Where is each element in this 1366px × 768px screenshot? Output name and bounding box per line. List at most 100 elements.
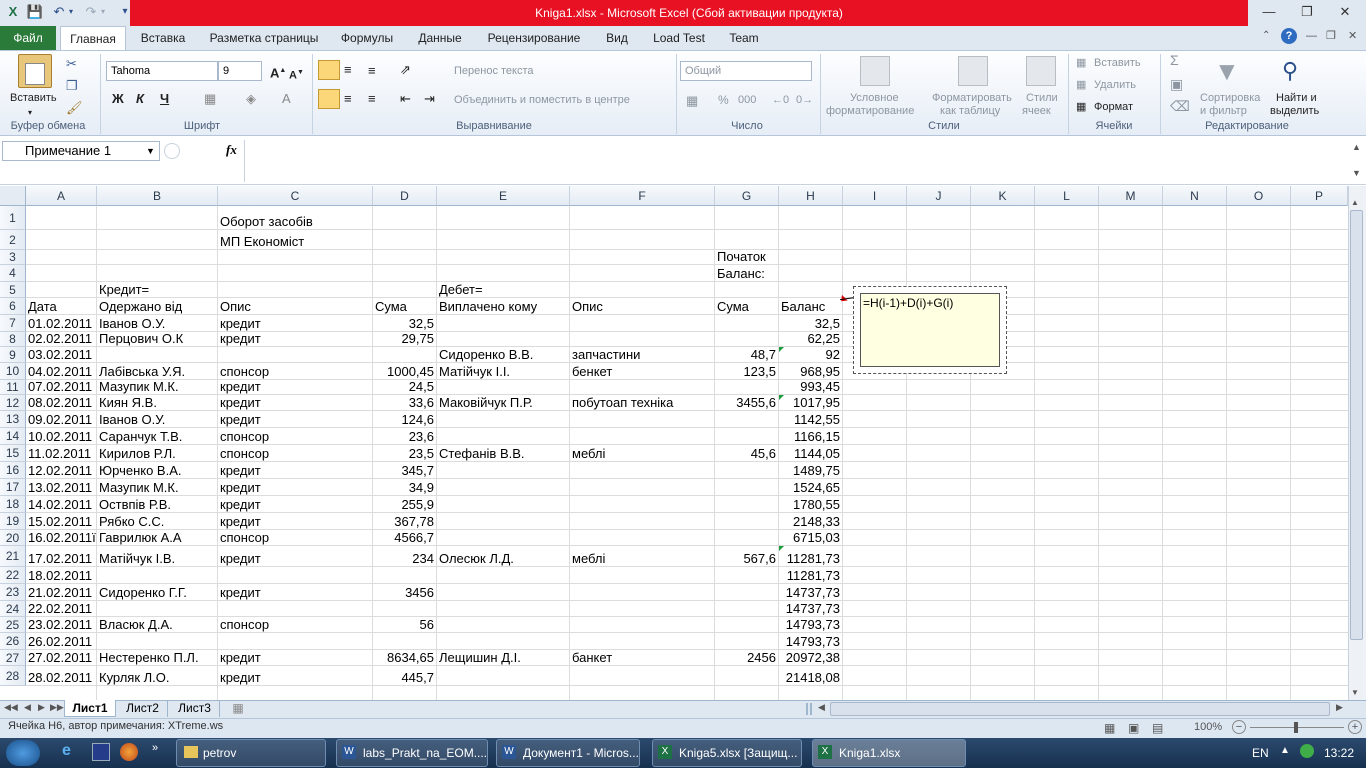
tray-expand-icon[interactable]: ▲: [1280, 745, 1290, 756]
cell-e9[interactable]: Сидоренко В.В.: [437, 346, 535, 363]
merge-center-button[interactable]: Объединить и поместить в центре: [454, 94, 630, 107]
cell-c8[interactable]: кредит: [218, 330, 263, 347]
cell-f10[interactable]: бенкет: [570, 363, 614, 380]
firefox-icon[interactable]: [120, 743, 138, 761]
row-header-6[interactable]: 6: [0, 298, 26, 315]
save-icon[interactable]: 💾: [26, 3, 44, 21]
row-header-27[interactable]: 27: [0, 650, 26, 666]
align-middle-icon[interactable]: ≡: [344, 63, 352, 76]
cell-c6[interactable]: Опис: [218, 298, 253, 315]
cell-d18[interactable]: 255,9: [373, 496, 436, 513]
column-header-l[interactable]: L: [1035, 186, 1099, 206]
insert-cells-icon[interactable]: ▦: [1076, 57, 1086, 70]
cell-a17[interactable]: 13.02.2011: [26, 479, 94, 496]
cell-e12[interactable]: Маковійчук П.Р.: [437, 394, 535, 411]
zoom-level[interactable]: 100%: [1194, 721, 1222, 733]
italic-button[interactable]: К: [136, 92, 144, 105]
cell-a12[interactable]: 08.02.2011: [26, 394, 94, 411]
currency-icon[interactable]: ▦: [686, 94, 698, 107]
cell-g15[interactable]: 45,6: [715, 445, 778, 462]
column-header-k[interactable]: K: [971, 186, 1035, 206]
tab-home[interactable]: Главная: [60, 26, 126, 50]
tab-view[interactable]: Вид: [596, 26, 638, 50]
vertical-scroll-thumb[interactable]: [1350, 210, 1363, 640]
paste-icon[interactable]: [18, 54, 52, 88]
cell-a25[interactable]: 23.02.2011: [26, 616, 94, 633]
last-sheet-icon[interactable]: ▶▶: [50, 702, 64, 713]
font-name-box[interactable]: Tahoma: [106, 61, 218, 81]
find-select-icon[interactable]: ⚲: [1282, 56, 1312, 86]
cell-b16[interactable]: Юрченко В.А.: [97, 462, 184, 479]
normal-view-icon[interactable]: ▦: [1104, 721, 1115, 735]
start-button[interactable]: [6, 740, 40, 766]
cell-b21[interactable]: Матійчук І.В.: [97, 550, 177, 567]
row-header-1[interactable]: 1: [0, 206, 26, 230]
row-header-26[interactable]: 26: [0, 633, 26, 650]
redo-dropdown-icon[interactable]: ▾: [98, 3, 108, 21]
cell-d21[interactable]: 234: [373, 550, 436, 567]
cell-c27[interactable]: кредит: [218, 649, 263, 666]
cell-styles-icon[interactable]: [1026, 56, 1056, 86]
cell-d11[interactable]: 24,5: [373, 378, 436, 395]
cell-b5[interactable]: Кредит=: [97, 281, 151, 298]
cell-h19[interactable]: 2148,33: [779, 513, 842, 530]
cell-c12[interactable]: кредит: [218, 394, 263, 411]
delete-cells-button[interactable]: Удалить: [1094, 79, 1136, 92]
cell-c28[interactable]: кредит: [218, 669, 263, 686]
cell-d20[interactable]: 4566,7: [373, 529, 436, 546]
borders-icon[interactable]: ▦: [204, 92, 216, 105]
align-right-icon[interactable]: ≡: [368, 92, 376, 105]
cell-c16[interactable]: кредит: [218, 462, 263, 479]
format-as-table-label-2[interactable]: как таблицу: [940, 105, 1000, 118]
column-header-o[interactable]: O: [1227, 186, 1291, 206]
cell-a22[interactable]: 18.02.2011: [26, 567, 94, 584]
sort-filter-label-2[interactable]: и фильтр: [1200, 105, 1247, 118]
decrease-decimal-icon[interactable]: 0→: [796, 94, 813, 107]
cell-e27[interactable]: Лещишин Д.І.: [437, 649, 523, 666]
format-cells-icon[interactable]: ▦: [1076, 101, 1086, 114]
restore-icon[interactable]: ❐: [1292, 2, 1322, 22]
cell-h12[interactable]: 1017,95: [779, 394, 842, 411]
percent-button[interactable]: %: [718, 94, 729, 107]
doc-close-icon[interactable]: ✕: [1348, 29, 1357, 42]
bold-button[interactable]: Ж: [112, 92, 124, 105]
sheet-tab-1[interactable]: Лист1: [64, 700, 116, 717]
delete-cells-icon[interactable]: ▦: [1076, 79, 1086, 92]
cell-g4[interactable]: Баланс:: [715, 265, 767, 282]
cell-h16[interactable]: 1489,75: [779, 462, 842, 479]
cell-c19[interactable]: кредит: [218, 513, 263, 530]
cell-c2[interactable]: МП Економіст: [218, 233, 306, 250]
cell-d19[interactable]: 367,78: [373, 513, 436, 530]
underline-button[interactable]: Ч: [160, 92, 169, 105]
scroll-left-icon[interactable]: ◀: [818, 702, 825, 713]
row-header-25[interactable]: 25: [0, 617, 26, 633]
format-painter-icon[interactable]: 🖌: [66, 100, 83, 116]
column-header-n[interactable]: N: [1163, 186, 1227, 206]
column-header-c[interactable]: C: [218, 186, 373, 206]
cell-a15[interactable]: 11.02.2011: [26, 445, 93, 462]
shrink-font-icon[interactable]: A▼: [289, 66, 304, 83]
cell-g9[interactable]: 48,7: [715, 346, 778, 363]
format-as-table-icon[interactable]: [958, 56, 988, 86]
clear-icon[interactable]: ⌫: [1170, 99, 1190, 113]
paste-dropdown-icon[interactable]: ▾: [28, 106, 32, 119]
row-header-11[interactable]: 11: [0, 380, 26, 395]
cell-c23[interactable]: кредит: [218, 584, 263, 601]
cell-f9[interactable]: запчастини: [570, 346, 642, 363]
column-header-p[interactable]: P: [1291, 186, 1348, 206]
cell-b13[interactable]: Іванов О.У.: [97, 411, 167, 428]
cell-h11[interactable]: 993,45: [779, 378, 842, 395]
cell-a9[interactable]: 03.02.2011: [26, 346, 94, 363]
cell-d16[interactable]: 345,7: [373, 462, 436, 479]
thousands-button[interactable]: 000: [738, 94, 756, 107]
cell-f27[interactable]: банкет: [570, 649, 614, 666]
row-header-8[interactable]: 8: [0, 332, 26, 347]
cell-e15[interactable]: Стефанів В.В.: [437, 445, 527, 462]
tab-page-layout[interactable]: Разметка страницы: [200, 26, 328, 50]
cell-b12[interactable]: Киян Я.В.: [97, 394, 159, 411]
new-sheet-icon[interactable]: ▦: [226, 700, 250, 717]
cell-a14[interactable]: 10.02.2011: [26, 428, 94, 445]
find-select-label-1[interactable]: Найти и: [1276, 92, 1317, 105]
tab-review[interactable]: Рецензирование: [480, 26, 588, 50]
cell-a21[interactable]: 17.02.2011: [26, 550, 94, 567]
